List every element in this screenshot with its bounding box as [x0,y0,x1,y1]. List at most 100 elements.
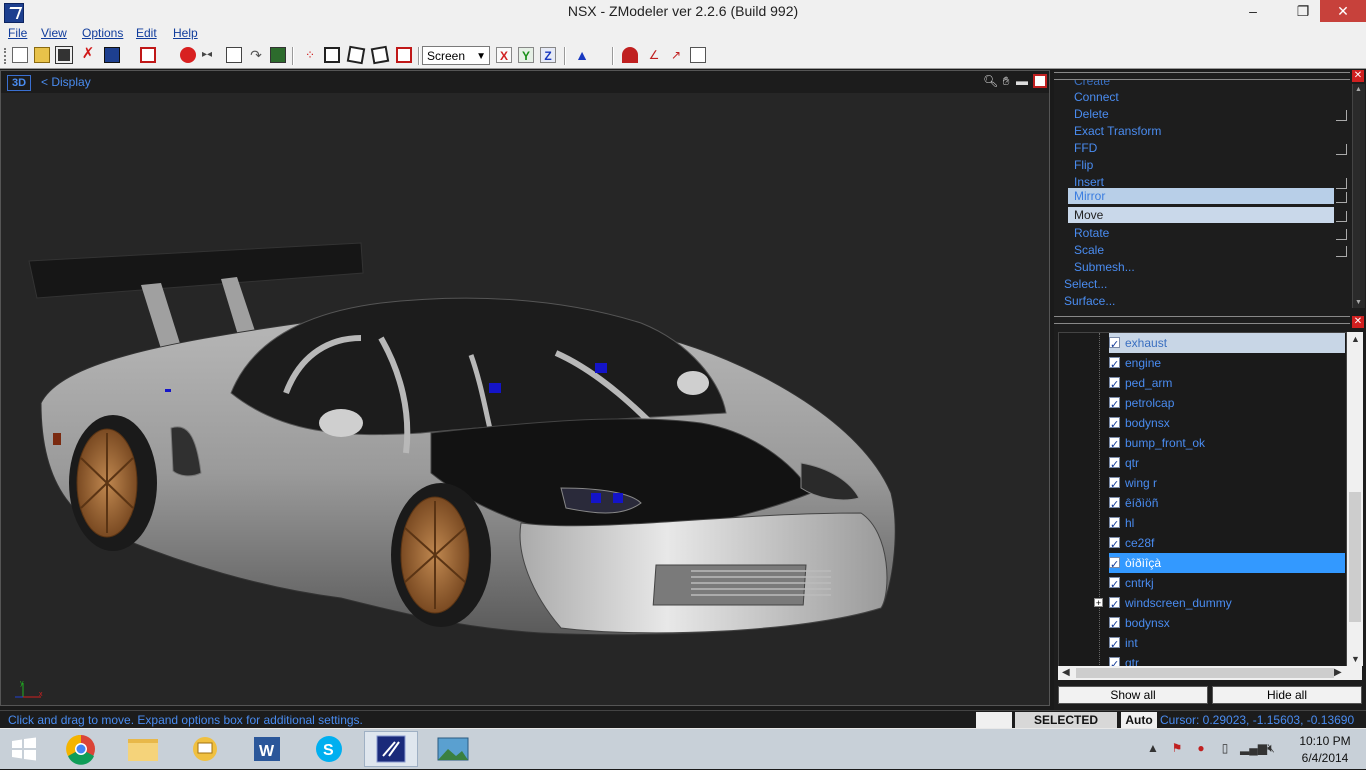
command-rotate[interactable]: Rotate [1074,226,1109,240]
tree-item-wing-r[interactable]: wing r [1109,473,1345,495]
mirror-tool-icon[interactable]: ▸◂ [202,47,218,63]
command-ffd[interactable]: FFD [1074,141,1097,155]
command-delete[interactable]: Delete [1074,107,1109,121]
maximize-view-icon[interactable] [1033,74,1047,88]
face-mode-icon[interactable] [346,45,366,65]
checkbox-icon[interactable] [1109,455,1120,475]
tree-scroll-thumb[interactable] [1349,492,1361,622]
angle-snap-icon[interactable]: ∠ [646,47,662,63]
taskbar-outlook[interactable] [178,731,232,767]
insert-options-box[interactable] [1336,178,1347,189]
menu-file[interactable]: File [8,26,27,40]
tray-flag-icon[interactable]: ⚑ [1170,741,1184,755]
tray-network-icon[interactable]: ▂▄▆ [1240,741,1267,755]
scale-snap-icon[interactable]: ↗ [668,47,684,63]
scroll-right-icon[interactable]: ▶ [1334,667,1342,678]
edge-mode-icon[interactable] [324,47,340,63]
taskbar-zmodeler[interactable] [364,731,418,767]
scroll-down-icon[interactable]: ▼ [1351,654,1360,664]
scroll-left-icon[interactable]: ◀ [1062,667,1070,678]
tree-item-bump-front-ok[interactable]: bump_front_ok [1109,433,1345,455]
windows-start-icon[interactable] [10,737,38,761]
restore-button[interactable]: ❐ [1282,0,1324,22]
close-tree-panel-icon[interactable]: ✕ [1352,316,1364,328]
checkbox-icon[interactable] [1109,435,1120,455]
taskbar-word[interactable]: W [240,731,294,767]
checkbox-icon[interactable] [1109,355,1120,375]
checkbox-icon[interactable] [1109,555,1120,575]
checkbox-icon[interactable] [1109,495,1120,515]
command-flip[interactable]: Flip [1074,158,1093,172]
axis-y-toggle[interactable]: Y [518,47,534,63]
import-icon[interactable] [104,47,120,63]
command-create[interactable]: Create [1074,80,1110,88]
pivot-icon[interactable]: ▲ [574,47,590,63]
checkbox-icon[interactable] [1109,635,1120,655]
tree-item-hl[interactable]: hl [1109,513,1345,535]
selection-mode-icon[interactable] [396,47,412,63]
export-icon[interactable] [140,47,156,63]
pan-hand-icon[interactable]: ✋︎ [999,74,1013,88]
delete-options-box[interactable] [1336,110,1347,121]
taskbar-photos[interactable] [426,731,480,767]
toolbar-grip[interactable] [4,48,8,64]
vertex-mode-icon[interactable]: ⁘ [302,47,318,63]
tree-item-int[interactable]: int [1109,633,1345,655]
view-mode-badge[interactable]: 3D [7,75,31,91]
zoom-icon[interactable]: 🔍︎ [983,74,998,88]
checkbox-icon[interactable] [1109,615,1120,635]
checkbox-icon[interactable] [1109,415,1120,435]
scroll-up-icon[interactable]: ▲ [1355,86,1362,93]
new-file-icon[interactable] [12,47,28,63]
checkbox-icon[interactable] [1109,575,1120,595]
3d-viewport[interactable]: 3D < Display 🔍︎ ✋︎ ▬ y x [0,70,1050,706]
scroll-down-icon[interactable]: ▼ [1355,299,1362,306]
axis-x-toggle[interactable]: X [496,47,512,63]
expand-icon[interactable]: + [1094,598,1103,608]
tree-item-ped-arm[interactable]: ped_arm [1109,373,1345,395]
command-group-surface[interactable]: Surface... [1064,294,1115,308]
command-scrollbar[interactable]: ▲ ▼ [1352,84,1365,308]
tree-item-petrolcap[interactable]: petrolcap [1109,393,1345,415]
scale-options-box[interactable] [1336,246,1347,257]
object-mode-icon[interactable] [370,45,390,65]
save-icon[interactable] [55,46,73,64]
command-scale[interactable]: Scale [1074,243,1104,257]
command-move[interactable]: Move [1068,207,1334,223]
checkbox-icon[interactable] [1109,595,1120,615]
tree-vertical-scrollbar[interactable]: ▲ ▼ [1346,332,1363,666]
open-file-icon[interactable] [34,47,50,63]
command-connect[interactable]: Connect [1074,90,1119,104]
command-group-select[interactable]: Select... [1064,277,1107,291]
menu-view[interactable]: View [41,26,67,40]
mirror-options-box[interactable] [1336,192,1347,203]
show-all-button[interactable]: Show all [1058,686,1208,704]
menu-help[interactable]: Help [173,26,198,40]
menu-edit[interactable]: Edit [136,26,157,40]
selected-mode-toggle[interactable]: SELECTED MODE [1015,712,1117,743]
tree-item-windscreen-dummy[interactable]: windscreen_dummy [1109,593,1345,615]
ffd-options-box[interactable] [1336,144,1347,155]
tray-expand-icon[interactable]: ▲ [1146,741,1160,755]
command-panel-grip[interactable] [1054,72,1350,80]
tree-item-bodynsx[interactable]: bodynsx [1109,413,1345,435]
redo-icon[interactable]: ↷ [248,47,264,63]
clock-time[interactable]: 10:10 PM [1294,734,1356,748]
checkbox-icon[interactable] [1109,515,1120,535]
scroll-up-icon[interactable]: ▲ [1351,334,1360,344]
tree-item-bodynsx-2[interactable]: bodynsx [1109,613,1345,635]
tree-item-engine[interactable]: engine [1109,353,1345,375]
minimize-button[interactable]: – [1232,0,1274,22]
tree-item-qtr[interactable]: qtr [1109,453,1345,475]
render-icon[interactable] [180,47,196,63]
tree-item-exhaust[interactable]: exhaust [1109,333,1345,355]
taskbar-chrome[interactable] [54,731,108,767]
coord-system-select[interactable]: Screen ▼ [422,46,490,65]
close-button[interactable]: ✕ [1320,0,1366,22]
command-exact-transform[interactable]: Exact Transform [1074,124,1161,138]
command-mirror[interactable]: Mirror [1068,188,1334,204]
menu-options[interactable]: Options [82,26,123,40]
document-icon[interactable] [226,47,242,63]
snap-icon[interactable] [622,47,638,63]
display-breadcrumb[interactable]: < Display [41,75,91,89]
